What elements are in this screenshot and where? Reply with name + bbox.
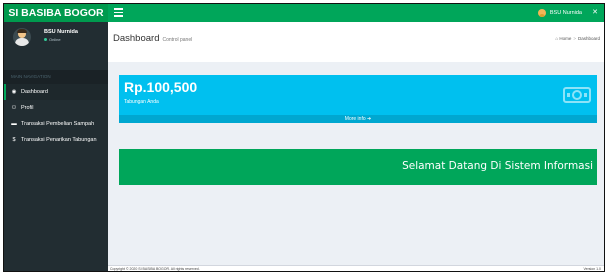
- breadcrumb-home[interactable]: Home: [559, 36, 571, 41]
- dollar-icon: $: [12, 137, 16, 143]
- share-alt-icon[interactable]: ✕: [592, 9, 598, 17]
- app-frame: SI BASIBA BOGOR BSU Nurnida ✕ BSU Nurnid…: [3, 3, 605, 272]
- sidebar: BSU Nurnida Online MAIN NAVIGATION ◉ Das…: [4, 22, 108, 271]
- more-info-label: More info: [344, 116, 366, 122]
- sidebar-item-label: Transaksi Penarikan Tabungan: [21, 137, 97, 143]
- user-avatar-icon: [537, 9, 546, 17]
- sidebar-item-label: Profil: [21, 105, 34, 111]
- sidebar-item-profil[interactable]: ⚇ Profil: [4, 100, 108, 116]
- nav-header: MAIN NAVIGATION: [4, 70, 108, 84]
- more-info-link[interactable]: More info ➜: [119, 115, 597, 123]
- welcome-banner: Selamat Datang Di Sistem Informasi: [119, 149, 597, 185]
- header-user-name: BSU Nurnida: [549, 10, 582, 16]
- savings-label: Tabungan Anda: [124, 99, 159, 105]
- page-footer: Copyright © 2020 SI BASIBA BOGOR. All ri…: [108, 265, 604, 271]
- sidebar-item-dashboard[interactable]: ◉ Dashboard: [4, 84, 108, 100]
- page-subtitle: Control panel: [162, 37, 193, 43]
- top-navbar: BSU Nurnida ✕: [108, 4, 604, 22]
- dashboard-icon: ◉: [11, 89, 17, 95]
- arrow-circle-right-icon: ➜: [367, 116, 372, 122]
- page-title: Dashboard Control panel: [113, 33, 192, 44]
- sidebar-item-label: Transaksi Pembelian Sampah: [21, 121, 95, 127]
- footer-copyright: Copyright © 2020 SI BASIBA BOGOR. All ri…: [110, 267, 200, 271]
- home-icon: ⌂: [555, 36, 559, 41]
- users-icon: ⚇: [11, 105, 17, 111]
- footer-version: Version 1.0: [583, 267, 601, 271]
- savings-value: Rp.100,500: [124, 79, 198, 95]
- sidebar-item-penarikan-tabungan[interactable]: $ Transaksi Penarikan Tabungan: [4, 132, 108, 148]
- hamburger-icon[interactable]: [114, 8, 123, 17]
- page-title-text: Dashboard: [113, 33, 160, 44]
- user-status-label: Online: [49, 37, 61, 42]
- content-header: Dashboard Control panel ⌂ Home > Dashboard: [108, 22, 604, 62]
- trash-icon: ▬: [11, 121, 17, 127]
- user-status: Online: [44, 37, 61, 42]
- welcome-text: Selamat Datang Di Sistem Informasi: [402, 160, 593, 172]
- breadcrumb: ⌂ Home > Dashboard: [555, 36, 600, 41]
- content-wrapper: Dashboard Control panel ⌂ Home > Dashboard …: [108, 22, 604, 271]
- sidebar-item-pembelian-sampah[interactable]: ▬ Transaksi Pembelian Sampah: [4, 116, 108, 132]
- online-dot-icon: [44, 38, 47, 41]
- avatar: [13, 28, 31, 46]
- money-icon: [563, 87, 591, 103]
- sidebar-item-label: Dashboard: [21, 89, 48, 95]
- user-panel: BSU Nurnida Online: [4, 22, 108, 52]
- savings-stat-box: Rp.100,500 Tabungan Anda More info ➜: [119, 75, 597, 123]
- user-menu[interactable]: BSU Nurnida: [537, 4, 582, 22]
- breadcrumb-current: Dashboard: [577, 36, 600, 41]
- sidebar-user-name: BSU Nurnida: [44, 29, 78, 35]
- brand-logo[interactable]: SI BASIBA BOGOR: [4, 4, 108, 22]
